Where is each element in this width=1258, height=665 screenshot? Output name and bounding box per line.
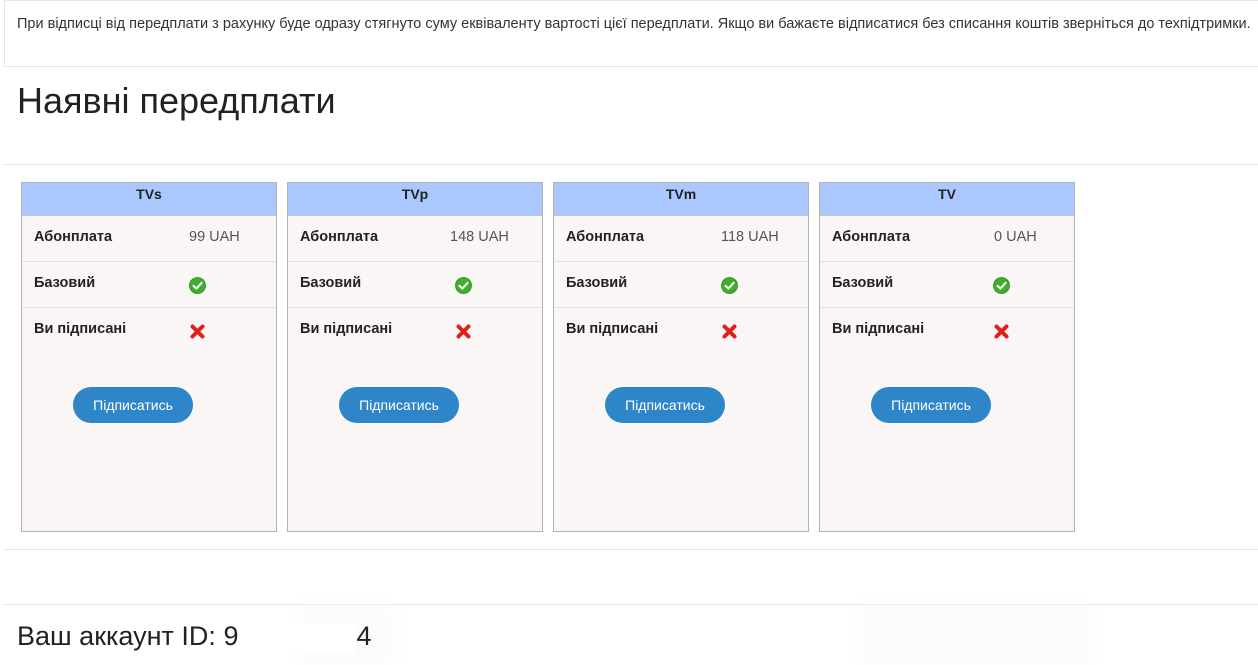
subscribed-label: Ви підписані xyxy=(300,321,393,337)
basic-label: Базовий xyxy=(34,275,96,291)
plan-fee-row: Абонплата 148 UAH xyxy=(288,216,542,262)
plan-basic-row: Базовий xyxy=(554,262,808,308)
cross-icon xyxy=(722,324,737,339)
subscribed-label: Ви підписані xyxy=(832,321,925,337)
plan-fee-row: Абонплата 99 UAH xyxy=(22,216,276,262)
unsubscribe-notice: При відписці від передплати з рахунку бу… xyxy=(4,0,1258,67)
plan-name: TVs xyxy=(22,183,276,216)
account-id-heading: Ваш аккаунт ID: 9 4 xyxy=(17,618,372,654)
account-id-redaction xyxy=(238,622,357,653)
fee-value: 0 UAH xyxy=(994,229,1037,245)
subscribed-label: Ви підписані xyxy=(34,321,127,337)
plan-subscribed-row: Ви підписані xyxy=(554,308,808,354)
divider xyxy=(4,549,1258,550)
subscribe-button[interactable]: Підписатись xyxy=(73,387,193,423)
fee-value: 118 UAH xyxy=(721,229,779,245)
plan-subscribed-row: Ви підписані xyxy=(22,308,276,354)
plan-card: TVs Абонплата 99 UAH Базовий Ви підписан… xyxy=(21,182,277,532)
plan-card: TV Абонплата 0 UAH Базовий Ви підписані … xyxy=(819,182,1075,532)
plan-name: TVp xyxy=(288,183,542,216)
subscribed-label: Ви підписані xyxy=(566,321,659,337)
basic-label: Базовий xyxy=(300,275,362,291)
fee-label: Абонплата xyxy=(300,229,379,245)
fee-value: 148 UAH xyxy=(450,229,509,245)
subscribe-button[interactable]: Підписатись xyxy=(871,387,991,423)
account-id-end: 4 xyxy=(356,621,372,651)
fee-label: Абонплата xyxy=(34,229,113,245)
divider xyxy=(4,164,1258,165)
plan-basic-row: Базовий xyxy=(288,262,542,308)
plan-name: TV xyxy=(820,183,1074,216)
check-icon xyxy=(189,277,206,294)
subscriptions-page: При відписці від передплати з рахунку бу… xyxy=(0,0,1258,665)
fee-label: Абонплата xyxy=(566,229,645,245)
plan-subscribed-row: Ви підписані xyxy=(820,308,1074,354)
plan-subscribed-row: Ви підписані xyxy=(288,308,542,354)
fee-label: Абонплата xyxy=(832,229,911,245)
plan-card: TVm Абонплата 118 UAH Базовий Ви підписа… xyxy=(553,182,809,532)
plan-basic-row: Базовий xyxy=(22,262,276,308)
plan-card: TVp Абонплата 148 UAH Базовий Ви підписа… xyxy=(287,182,543,532)
plan-fee-row: Абонплата 0 UAH xyxy=(820,216,1074,262)
cross-icon xyxy=(456,324,471,339)
plan-basic-row: Базовий xyxy=(820,262,1074,308)
account-id-start: 9 xyxy=(223,621,239,651)
page-title: Наявні передплати xyxy=(17,80,336,121)
unsubscribe-notice-text: При відписці від передплати з рахунку бу… xyxy=(17,16,1251,32)
basic-label: Базовий xyxy=(566,275,628,291)
account-id-label: Ваш аккаунт ID: xyxy=(17,621,216,651)
check-icon xyxy=(455,277,472,294)
basic-label: Базовий xyxy=(832,275,894,291)
redaction xyxy=(860,605,1090,665)
fee-value: 99 UAH xyxy=(189,229,240,245)
plan-fee-row: Абонплата 118 UAH xyxy=(554,216,808,262)
check-icon xyxy=(993,277,1010,294)
plan-name: TVm xyxy=(554,183,808,216)
subscribe-button[interactable]: Підписатись xyxy=(339,387,459,423)
cross-icon xyxy=(994,324,1009,339)
subscribe-button[interactable]: Підписатись xyxy=(605,387,725,423)
check-icon xyxy=(721,277,738,294)
cross-icon xyxy=(190,324,205,339)
